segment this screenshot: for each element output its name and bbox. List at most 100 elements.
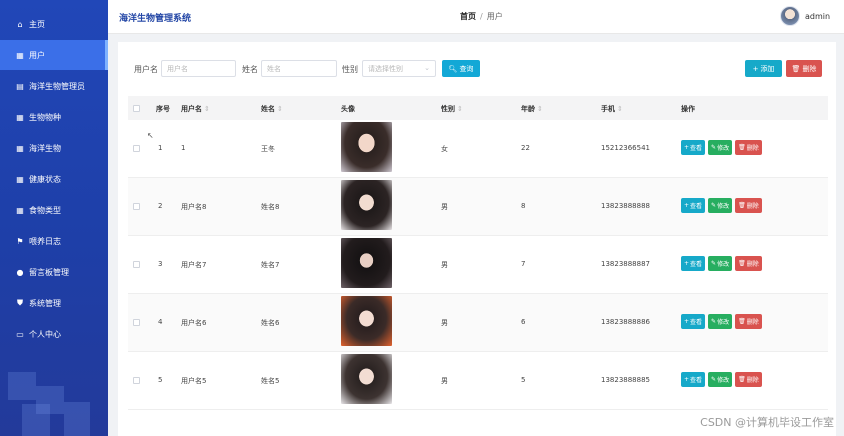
username-label[interactable]: admin (805, 12, 830, 21)
sidebar-item-label: 喂养日志 (29, 236, 61, 246)
edit-button[interactable]: ✎ 修改 (708, 256, 733, 271)
view-button[interactable]: + 查看 (681, 198, 706, 213)
sidebar-item[interactable]: ▦ 食物类型 (0, 195, 108, 225)
edit-icon: ✎ (711, 376, 717, 383)
delete-button[interactable]: 🗑︎ 删除 (735, 256, 762, 271)
table-row[interactable]: 5 用户名5 姓名5 男 5 13823888885 + 查看 ✎ 修改 🗑︎ 删除 (128, 352, 828, 410)
decor-cube (8, 372, 36, 400)
sidebar-item[interactable]: ⚑ 喂养日志 (0, 226, 108, 256)
sidebar-item-label: 食物类型 (29, 205, 61, 215)
cell-phone: 15212366541 (601, 144, 650, 152)
home-icon: ⌂ (17, 19, 23, 29)
col-username[interactable]: 用户名 ⇕ (181, 104, 210, 114)
sort-icon: ⇕ (537, 105, 543, 113)
sidebar-item[interactable]: ▦ 海洋生物 (0, 133, 108, 163)
add-button[interactable]: + 添加 (745, 60, 782, 77)
plus-icon: + (684, 318, 690, 325)
decor-cube (22, 404, 50, 436)
table-row[interactable]: 2 用户名8 姓名8 男 8 13823888888 + 查看 ✎ 修改 🗑︎ 删除 (128, 178, 828, 236)
view-button-label: 查看 (690, 203, 703, 210)
col-phone[interactable]: 手机 ⇕ (601, 104, 623, 114)
row-actions: + 查看 ✎ 修改 🗑︎ 删除 (681, 140, 762, 155)
sort-icon: ⇕ (204, 105, 210, 113)
select-all-checkbox[interactable] (133, 105, 140, 112)
row-checkbox[interactable] (133, 145, 140, 152)
sidebar-item[interactable]: ● 留言板管理 (0, 257, 108, 287)
sidebar-item-label: 海洋生物管理员 (29, 81, 85, 91)
cell-gender: 男 (441, 377, 448, 385)
row-checkbox[interactable] (133, 261, 140, 268)
sidebar-item[interactable]: ▦ 生物物种 (0, 102, 108, 132)
sidebar-item[interactable]: ▦ 健康状态 (0, 164, 108, 194)
delete-button-label: 删除 (746, 377, 759, 384)
sidebar-item[interactable]: ▭ 个人中心 (0, 319, 108, 349)
row-checkbox[interactable] (133, 203, 140, 210)
view-button-label: 查看 (690, 319, 703, 326)
table-row[interactable]: 3 用户名7 姓名7 男 7 13823888887 + 查看 ✎ 修改 🗑︎ 删除 (128, 236, 828, 294)
delete-button-label: 删除 (746, 145, 759, 152)
add-button-label: 添加 (760, 64, 775, 73)
view-button[interactable]: + 查看 (681, 314, 706, 329)
grid-icon: ▦ (16, 112, 24, 122)
flag-icon: ⚑ (16, 236, 24, 246)
sidebar: ⌂ 主页 ▦ 用户 ▤ 海洋生物管理员 ▦ 生物物种 ▦ 海洋生物 ▦ 健康状态 ▦ 食物类型 ⚑ 喂养日志 ●… (0, 0, 108, 436)
table-row[interactable]: 4 用户名6 姓名6 男 6 13823888886 + 查看 ✎ 修改 🗑︎ 删除 (128, 294, 828, 352)
edit-button[interactable]: ✎ 修改 (708, 314, 733, 329)
trash-icon: 🗑︎ (738, 376, 746, 383)
cell-name: 姓名5 (261, 377, 280, 385)
cell-index: 2 (158, 202, 163, 210)
breadcrumb-home[interactable]: 首页 (460, 12, 476, 21)
edit-button[interactable]: ✎ 修改 (708, 140, 733, 155)
cell-username: 用户名5 (181, 377, 207, 385)
row-actions: + 查看 ✎ 修改 🗑︎ 删除 (681, 256, 762, 271)
delete-button[interactable]: 🗑︎ 删除 (735, 140, 762, 155)
table-row[interactable]: 1 1 王冬女 22 15212366541 + 查看 ✎ 修改 🗑︎ 删除 (128, 120, 828, 178)
batch-delete-button[interactable]: 🗑︎ 删除 (786, 60, 822, 77)
watermark: CSDN @计算机毕设工作室 (700, 416, 834, 429)
edit-button[interactable]: ✎ 修改 (708, 372, 733, 387)
sidebar-item[interactable]: ▦ 用户 (0, 40, 108, 70)
grid-icon: ▦ (16, 174, 24, 184)
cell-index: 4 (158, 318, 163, 326)
batch-delete-label: 删除 (802, 64, 817, 73)
col-age[interactable]: 年龄 ⇕ (521, 104, 543, 114)
view-button[interactable]: + 查看 (681, 256, 706, 271)
cell-phone: 13823888887 (601, 260, 650, 268)
edit-icon: ✎ (711, 260, 717, 267)
trash-icon: 🗑︎ (738, 202, 746, 209)
plus-icon: + (684, 202, 690, 209)
sidebar-item[interactable]: ▤ 海洋生物管理员 (0, 71, 108, 101)
sort-icon: ⇕ (617, 105, 623, 113)
col-name[interactable]: 姓名 ⇕ (261, 104, 283, 114)
delete-button[interactable]: 🗑︎ 删除 (735, 372, 762, 387)
user-avatar[interactable] (780, 6, 800, 26)
plus-icon: + (752, 64, 759, 73)
row-checkbox[interactable] (133, 377, 140, 384)
edit-button[interactable]: ✎ 修改 (708, 198, 733, 213)
window-icon: ▭ (16, 329, 24, 339)
cell-index: 3 (158, 260, 163, 268)
sidebar-item[interactable]: ⛊ 系统管理 (0, 288, 108, 318)
delete-button[interactable]: 🗑︎ 删除 (735, 314, 762, 329)
username-search-input[interactable]: 用户名 (161, 60, 236, 77)
edit-icon: ✎ (711, 318, 717, 325)
edit-button-label: 修改 (717, 319, 730, 326)
row-checkbox[interactable] (133, 319, 140, 326)
cell-gender: 男 (441, 261, 448, 269)
delete-button-label: 删除 (746, 203, 759, 210)
view-button-label: 查看 (690, 377, 703, 384)
name-search-label: 姓名 (242, 65, 258, 74)
delete-button[interactable]: 🗑︎ 删除 (735, 198, 762, 213)
query-button[interactable]: 🔍︎ 查询 (442, 60, 480, 77)
name-search-input[interactable]: 姓名 (261, 60, 337, 77)
view-button[interactable]: + 查看 (681, 140, 706, 155)
top-header: 海洋生物管理系统 首页 / 用户 admin (108, 0, 844, 34)
gender-select[interactable]: 请选择性别 ⌄ (362, 60, 436, 77)
view-button[interactable]: + 查看 (681, 372, 706, 387)
cell-gender: 男 (441, 319, 448, 327)
col-gender[interactable]: 性别 ⇕ (441, 104, 463, 114)
app-title: 海洋生物管理系统 (119, 14, 192, 24)
avatar-image (341, 122, 392, 172)
sidebar-item[interactable]: ⌂ 主页 (0, 9, 108, 39)
delete-button-label: 删除 (746, 261, 759, 268)
